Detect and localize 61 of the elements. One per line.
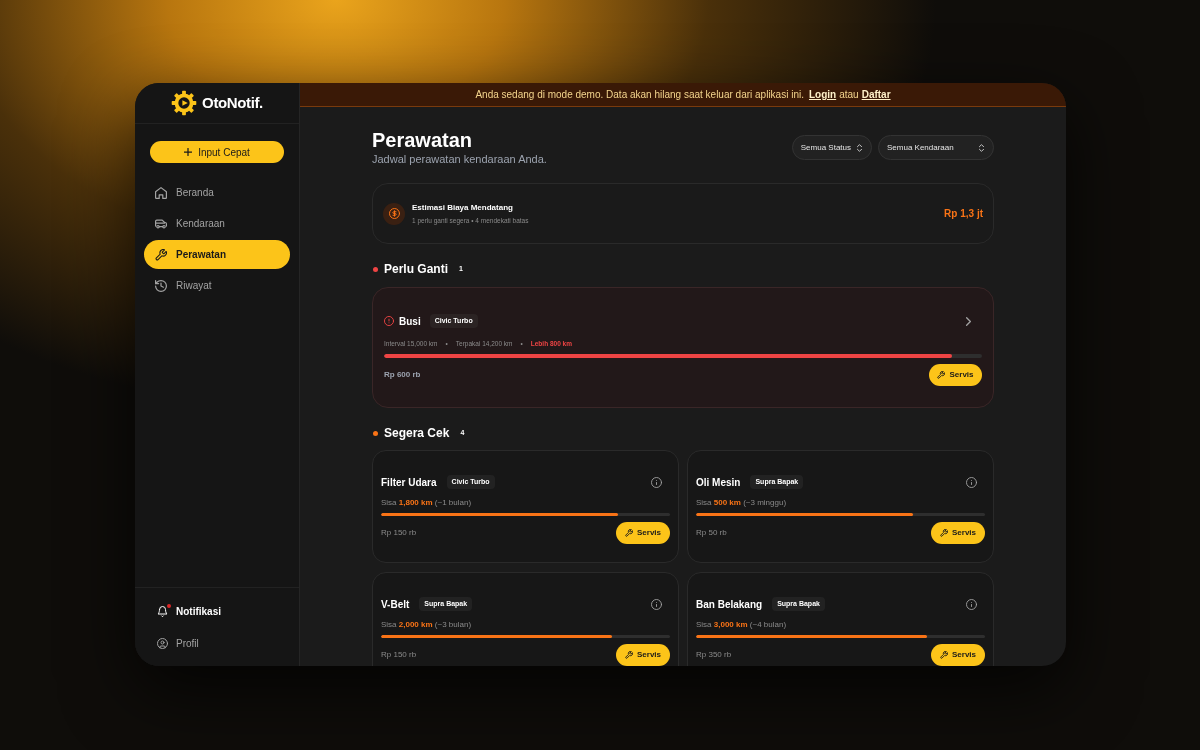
item-name: Ban Belakang: [696, 597, 763, 612]
item-price: Rp 600 rb: [384, 369, 421, 381]
bell-icon: [157, 606, 168, 617]
chevron-up-down-icon: [979, 143, 984, 152]
nav-item[interactable]: Kendaraan: [144, 209, 290, 238]
item-price: Rp 50 rb: [696, 527, 727, 539]
remaining-distance: Sisa 1,800 km (~1 bulan): [381, 498, 473, 508]
demo-notice: Anda sedang di mode demo. Data akan hilang saat keluar dari aplikasi ini.: [475, 88, 804, 102]
wrench-icon: [625, 529, 633, 537]
summary-title: Estimasi Biaya Mendatang: [412, 201, 514, 214]
wrench-icon: [937, 371, 946, 379]
filter-select[interactable]: Semua Status: [791, 135, 872, 160]
sidebar-item[interactable]: Notifikasi: [144, 597, 290, 626]
nav-item[interactable]: Beranda: [144, 178, 290, 207]
service-button[interactable]: Servis: [616, 522, 670, 544]
sidebar-item[interactable]: Profil: [144, 629, 290, 658]
remaining-distance: Sisa 3,000 km (~4 bulan): [696, 620, 788, 630]
section-title: Segera Cek: [384, 425, 450, 442]
home-icon: [155, 186, 167, 199]
service-button[interactable]: Servis: [931, 522, 985, 544]
chevron-right-icon: [966, 316, 971, 326]
filter-select[interactable]: Semua Kendaraan: [878, 135, 994, 160]
conjunction-text: atau: [839, 88, 859, 102]
page-subtitle: Jadwal perawatan kendaraan Anda.: [372, 152, 547, 166]
alert-icon: [384, 316, 394, 326]
history-icon: [155, 279, 167, 292]
plus-icon: [184, 148, 193, 156]
user-icon: [157, 638, 168, 649]
item-price: Rp 350 rb: [696, 649, 732, 661]
item-name: Busi: [399, 314, 421, 329]
dollar-icon: [383, 202, 405, 225]
brand-name: OtoNotif.: [202, 92, 263, 113]
section-title: Perlu Ganti: [384, 261, 448, 278]
item-price: Rp 150 rb: [381, 527, 417, 539]
chevron-up-down-icon: [857, 143, 862, 152]
wrench-icon: [940, 651, 948, 659]
info-icon: [966, 476, 977, 488]
item-name: Filter Udara: [381, 475, 437, 490]
nav-item[interactable]: Riwayat: [144, 271, 290, 300]
service-button[interactable]: Servis: [616, 644, 670, 666]
wrench-icon: [940, 529, 948, 537]
item-price: Rp 150 rb: [381, 649, 417, 661]
nav-item[interactable]: Perawatan: [144, 240, 290, 269]
service-button[interactable]: Servis: [929, 364, 982, 386]
gear-logo-icon: [171, 90, 198, 116]
item-name: V-Belt: [381, 597, 410, 612]
wrench-icon: [625, 651, 633, 659]
item-name: Oli Mesin: [696, 475, 741, 490]
remaining-distance: Sisa 2,000 km (~3 bulan): [381, 620, 473, 630]
wrench-icon: [155, 248, 167, 261]
car-icon: [155, 217, 167, 230]
page-title: Perawatan: [372, 129, 474, 151]
service-button[interactable]: Servis: [931, 644, 985, 666]
login-link[interactable]: Login: [808, 87, 837, 102]
info-icon: [651, 598, 662, 610]
register-link[interactable]: Daftar: [861, 87, 891, 102]
quick-input-button[interactable]: Input Cepat: [150, 141, 284, 163]
info-icon: [651, 476, 662, 488]
info-icon: [966, 598, 977, 610]
estimated-cost: Rp 1,3 jt: [944, 207, 983, 221]
remaining-distance: Sisa 500 km (~3 minggu): [696, 498, 788, 508]
